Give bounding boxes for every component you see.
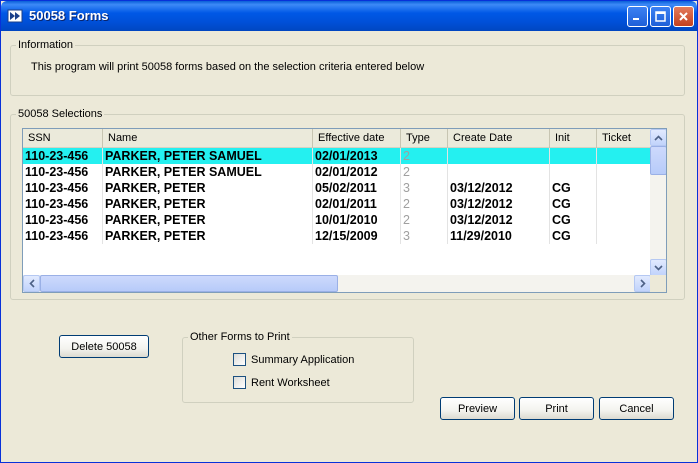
cell-effective-date: 02/01/2012 xyxy=(313,164,401,180)
chevron-right-icon xyxy=(639,279,646,288)
scrollbar-corner xyxy=(650,275,666,292)
cell-name: PARKER, PETER xyxy=(103,180,313,196)
close-icon xyxy=(679,12,688,21)
cell-ticket xyxy=(597,180,651,196)
column-type[interactable]: Type xyxy=(401,129,448,148)
other-forms-legend: Other Forms to Print xyxy=(188,331,292,343)
column-ticket[interactable]: Ticket xyxy=(597,129,651,148)
horizontal-scroll-thumb[interactable] xyxy=(40,275,338,292)
table-row[interactable]: 110-23-456 PARKER, PETER 10/01/2010 2 03/12/… xyxy=(23,212,651,228)
cell-effective-date: 12/15/2009 xyxy=(313,228,401,244)
delete-50058-button[interactable]: Delete 50058 xyxy=(59,335,149,358)
scroll-right-button[interactable] xyxy=(634,275,651,292)
column-init[interactable]: Init xyxy=(550,129,597,148)
scroll-down-button[interactable] xyxy=(650,259,666,276)
column-name[interactable]: Name xyxy=(103,129,313,148)
cell-ssn: 110-23-456 xyxy=(23,196,103,212)
column-effective-date[interactable]: Effective date xyxy=(313,129,401,148)
summary-application-option[interactable]: Summary Application xyxy=(233,353,354,366)
column-create-date[interactable]: Create Date xyxy=(448,129,550,148)
cell-ticket xyxy=(597,196,651,212)
window-title: 50058 Forms xyxy=(29,8,109,23)
cell-ticket xyxy=(597,148,651,164)
minimize-button[interactable] xyxy=(627,6,648,27)
cell-create-date: 03/12/2012 xyxy=(448,196,550,212)
cell-ticket xyxy=(597,164,651,180)
information-group: Information This program will print 5005… xyxy=(10,39,685,96)
list-rows: 110-23-456 PARKER, PETER SAMUEL 02/01/2013… xyxy=(23,148,651,244)
scroll-up-button[interactable] xyxy=(650,129,666,146)
cell-create-date xyxy=(448,148,550,164)
cell-init: CG xyxy=(550,228,597,244)
rent-worksheet-option[interactable]: Rent Worksheet xyxy=(233,376,330,389)
cell-ticket xyxy=(597,228,651,244)
cell-type: 2 xyxy=(401,148,448,164)
cell-name: PARKER, PETER xyxy=(103,196,313,212)
close-button[interactable] xyxy=(673,6,694,27)
print-button[interactable]: Print xyxy=(519,397,594,420)
summary-application-checkbox[interactable] xyxy=(233,353,246,366)
table-row[interactable]: 110-23-456 PARKER, PETER 05/02/2011 3 03/12/… xyxy=(23,180,651,196)
cancel-button[interactable]: Cancel xyxy=(599,397,674,420)
rent-worksheet-label[interactable]: Rent Worksheet xyxy=(251,377,330,389)
vertical-scrollbar[interactable] xyxy=(650,129,666,276)
cell-init: CG xyxy=(550,196,597,212)
table-row[interactable]: 110-23-456 PARKER, PETER SAMUEL 02/01/2013… xyxy=(23,148,651,164)
chevron-up-icon xyxy=(654,134,663,141)
cell-type: 3 xyxy=(401,180,448,196)
cell-name: PARKER, PETER SAMUEL xyxy=(103,164,313,180)
cell-effective-date: 05/02/2011 xyxy=(313,180,401,196)
minimize-icon xyxy=(633,18,639,20)
cell-init: CG xyxy=(550,180,597,196)
chevron-down-icon xyxy=(654,264,663,271)
cell-create-date: 03/12/2012 xyxy=(448,180,550,196)
cell-init xyxy=(550,164,597,180)
cell-create-date xyxy=(448,164,550,180)
cell-type: 2 xyxy=(401,164,448,180)
cell-ssn: 110-23-456 xyxy=(23,148,103,164)
table-row[interactable]: 110-23-456 PARKER, PETER 12/15/2009 3 11/29/… xyxy=(23,228,651,244)
cell-type: 3 xyxy=(401,228,448,244)
forms-window: 50058 Forms Information This program wil… xyxy=(0,0,698,463)
summary-application-label[interactable]: Summary Application xyxy=(251,354,354,366)
maximize-button[interactable] xyxy=(650,6,671,27)
scroll-left-button[interactable] xyxy=(23,275,40,292)
table-row[interactable]: 110-23-456 PARKER, PETER SAMUEL 02/01/2012… xyxy=(23,164,651,180)
chevron-left-icon xyxy=(28,279,35,288)
column-ssn[interactable]: SSN xyxy=(23,129,103,148)
cell-effective-date: 02/01/2013 xyxy=(313,148,401,164)
preview-button[interactable]: Preview xyxy=(440,397,515,420)
other-forms-group: Other Forms to Print Summary Application… xyxy=(182,331,414,403)
cell-create-date: 03/12/2012 xyxy=(448,212,550,228)
cell-type: 2 xyxy=(401,196,448,212)
cell-ssn: 110-23-456 xyxy=(23,228,103,244)
title-bar[interactable]: 50058 Forms xyxy=(1,1,697,31)
app-icon xyxy=(7,9,23,23)
information-text: This program will print 50058 forms base… xyxy=(31,61,425,73)
cell-create-date: 11/29/2010 xyxy=(448,228,550,244)
table-row[interactable]: 110-23-456 PARKER, PETER 02/01/2011 2 03/12/… xyxy=(23,196,651,212)
cell-ticket xyxy=(597,212,651,228)
rent-worksheet-checkbox[interactable] xyxy=(233,376,246,389)
cell-name: PARKER, PETER SAMUEL xyxy=(103,148,313,164)
vertical-scroll-thumb[interactable] xyxy=(650,146,666,175)
horizontal-scrollbar[interactable] xyxy=(23,275,651,292)
cell-effective-date: 10/01/2010 xyxy=(313,212,401,228)
cell-name: PARKER, PETER xyxy=(103,212,313,228)
maximize-icon xyxy=(655,11,666,22)
selections-list[interactable]: SSN Name Effective date Type Create Date… xyxy=(22,128,667,293)
cell-name: PARKER, PETER xyxy=(103,228,313,244)
information-legend: Information xyxy=(16,39,76,51)
cell-ssn: 110-23-456 xyxy=(23,180,103,196)
cell-ssn: 110-23-456 xyxy=(23,212,103,228)
cell-ssn: 110-23-456 xyxy=(23,164,103,180)
cell-effective-date: 02/01/2011 xyxy=(313,196,401,212)
cell-init: CG xyxy=(550,212,597,228)
list-header: SSN Name Effective date Type Create Date… xyxy=(23,129,651,148)
cell-type: 2 xyxy=(401,212,448,228)
cell-init xyxy=(550,148,597,164)
selections-legend: 50058 Selections xyxy=(16,108,105,120)
